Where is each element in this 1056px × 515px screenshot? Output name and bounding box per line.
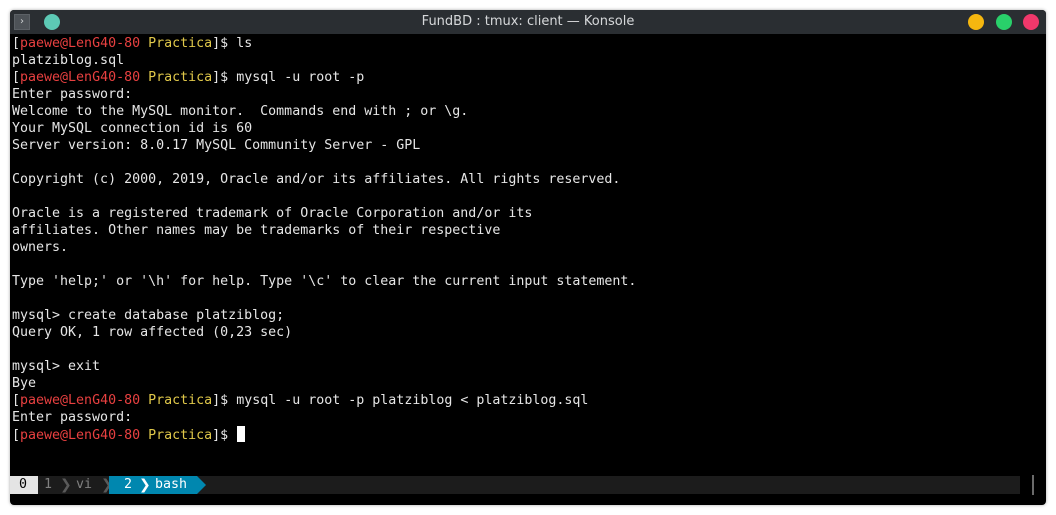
terminal-output[interactable]: [paewe@LenG40-80 Practica]$ ls platziblog… — [12, 35, 1032, 465]
prompt-line: [paewe@LenG40-80 Practica]$ mysql -u roo… — [12, 392, 1032, 409]
output-text: mysql> create database platziblog; — [12, 308, 285, 323]
output-line: affiliates. Other names may be trademark… — [12, 222, 1032, 239]
title-bar: › FundBD : tmux: client — Konsole — [10, 10, 1046, 34]
prompt-user-host: paewe@LenG40-80 — [20, 393, 141, 408]
prompt-suffix: ]$ — [212, 428, 237, 443]
prompt-bracket: [ — [12, 393, 21, 408]
prompt-suffix: ]$ — [212, 70, 237, 85]
output-line: Your MySQL connection id is 60 — [12, 120, 1032, 137]
tmux-window-name[interactable]: vi — [76, 476, 92, 494]
tmux-separator-icon: ❯ — [60, 477, 72, 493]
tmux-separator-icon: ❯ — [139, 477, 151, 493]
output-line: platziblog.sql — [12, 52, 1032, 69]
output-text: Oracle is a registered trademark of Orac… — [12, 206, 533, 221]
prompt-line: [paewe@LenG40-80 Practica]$ ls — [12, 35, 1032, 52]
output-line: Enter password: — [12, 86, 1032, 103]
output-line: Enter password: — [12, 409, 1032, 426]
output-text: Enter password: — [12, 410, 133, 425]
prompt-directory: Practica — [148, 428, 213, 443]
output-text: affiliates. Other names may be trademark… — [12, 223, 501, 238]
tmux-status-bar: 0 1 ❯ vi ❯ 2 ❯ bash — [10, 476, 1020, 494]
tmux-active-window[interactable]: 2 ❯ bash — [109, 476, 197, 494]
output-text: owners. — [12, 240, 69, 255]
tmux-session-name: 0 — [10, 476, 38, 494]
output-text: Welcome to the MySQL monitor. Commands e… — [12, 104, 469, 119]
output-line: Welcome to the MySQL monitor. Commands e… — [12, 103, 1032, 120]
prompt-directory: Practica — [148, 36, 213, 51]
output-text: Copyright (c) 2000, 2019, Oracle and/or … — [12, 172, 621, 187]
output-line: Oracle is a registered trademark of Orac… — [12, 205, 1032, 222]
prompt-suffix: ]$ — [212, 36, 237, 51]
output-line: mysql> create database platziblog; — [12, 307, 1032, 324]
close-icon[interactable] — [1023, 14, 1039, 30]
tmux-active-arrow-icon — [197, 476, 206, 494]
output-text: Type 'help;' or '\h' for help. Type '\c'… — [12, 274, 637, 289]
prompt-bracket: [ — [12, 36, 21, 51]
prompt-directory: Practica — [148, 393, 213, 408]
output-line: Type 'help;' or '\h' for help. Type '\c'… — [12, 273, 1032, 290]
tmux-window-index[interactable]: 1 — [44, 476, 52, 494]
output-text: Query OK, 1 row affected (0,23 sec) — [12, 325, 293, 340]
prompt-line: [paewe@LenG40-80 Practica]$ — [12, 426, 1032, 443]
output-line: Server version: 8.0.17 MySQL Community S… — [12, 137, 1032, 154]
window-title: FundBD : tmux: client — Konsole — [421, 14, 635, 29]
tmux-active-window-index: 2 — [124, 477, 133, 492]
prompt-directory: Practica — [148, 70, 213, 85]
output-text: Enter password: — [12, 87, 133, 102]
prompt-user-host: paewe@LenG40-80 — [20, 428, 141, 443]
prompt-user-host: paewe@LenG40-80 — [20, 70, 141, 85]
prompt-suffix: ]$ — [212, 393, 237, 408]
prompt-user-host: paewe@LenG40-80 — [20, 36, 141, 51]
command-text: mysql -u root -p platziblog < platziblog… — [236, 393, 589, 408]
prompt-bracket: [ — [12, 428, 21, 443]
minimize-icon[interactable] — [968, 14, 984, 30]
output-text: Bye — [12, 376, 37, 391]
tmux-active-window-name: bash — [155, 477, 188, 492]
output-text: Your MySQL connection id is 60 — [12, 121, 253, 136]
prompt-line: [paewe@LenG40-80 Practica]$ mysql -u roo… — [12, 69, 1032, 86]
command-text: mysql -u root -p — [236, 70, 365, 85]
output-line: Copyright (c) 2000, 2019, Oracle and/or … — [12, 171, 1032, 188]
output-line: Bye — [12, 375, 1032, 392]
prompt-bracket: [ — [12, 70, 21, 85]
output-line: owners. — [12, 239, 1032, 256]
text-cursor — [237, 426, 246, 442]
output-line: Query OK, 1 row affected (0,23 sec) — [12, 324, 1032, 341]
scrollbar-handle[interactable] — [1032, 475, 1034, 495]
output-text: Server version: 8.0.17 MySQL Community S… — [12, 138, 421, 153]
output-text: platziblog.sql — [12, 53, 125, 68]
maximize-icon[interactable] — [996, 14, 1012, 30]
output-text: mysql> exit — [12, 359, 101, 374]
konsole-window: › FundBD : tmux: client — Konsole [paewe… — [10, 10, 1046, 505]
output-line: mysql> exit — [12, 358, 1032, 375]
command-text: ls — [236, 36, 253, 51]
